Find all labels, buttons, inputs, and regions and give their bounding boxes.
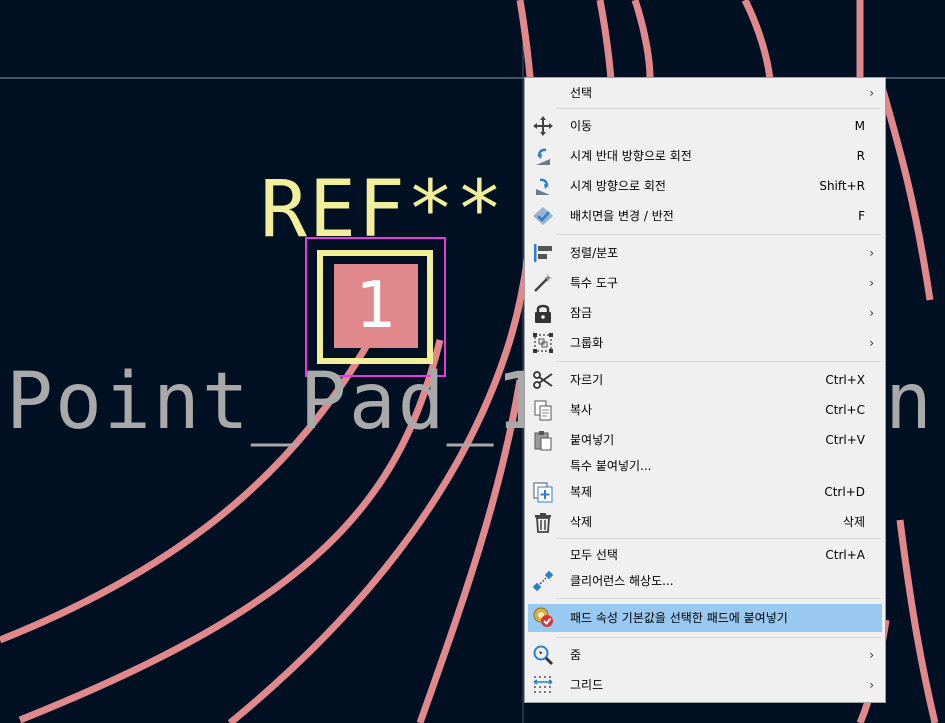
context-menu: 선택 › 이동 M 시계 반대 방향으로 회전 R 시계 방향으로 회전 Shi…: [524, 77, 886, 703]
menu-item-delete[interactable]: 삭제 삭제: [528, 509, 882, 535]
rotate-cw-icon: [536, 178, 550, 195]
menu-item-move[interactable]: 이동 M: [528, 113, 882, 139]
trash-icon: [535, 513, 551, 533]
value-text-tail: n: [885, 357, 932, 447]
menu-separator: [556, 361, 881, 362]
copy-icon: [534, 400, 552, 421]
menu-item-align-distribute[interactable]: 정렬/분포 ›: [528, 240, 882, 266]
menu-item-paste[interactable]: 붙여넣기 Ctrl+V: [528, 427, 882, 453]
chevron-right-icon: ›: [869, 678, 874, 692]
value-field-text[interactable]: Point_Pad_1.: [6, 360, 594, 444]
menu-item-flip[interactable]: 배치면을 변경 / 반전 F: [528, 203, 882, 229]
zoom-icon: [533, 645, 554, 666]
menu-separator: [556, 598, 881, 599]
menu-item-select-all[interactable]: 모두 선택 Ctrl+A: [528, 542, 882, 568]
chevron-right-icon: ›: [869, 246, 874, 260]
menu-item-duplicate[interactable]: 복제 Ctrl+D: [528, 479, 882, 505]
menu-item-rotate-cw[interactable]: 시계 방향으로 회전 Shift+R: [528, 173, 882, 199]
flip-icon: [533, 207, 553, 225]
menu-item-cut[interactable]: 자르기 Ctrl+X: [528, 367, 882, 393]
menu-item-group[interactable]: 그룹화 ›: [528, 330, 882, 356]
pad-paste-icon: [533, 607, 553, 627]
menu-item-paste-special[interactable]: 특수 붙여넣기...: [528, 453, 882, 479]
scissors-icon: [533, 371, 553, 389]
align-icon: [534, 244, 552, 262]
menu-item-grid[interactable]: 그리드 ›: [528, 672, 882, 698]
group-icon: [533, 333, 553, 353]
pad-number-label: 1: [355, 269, 397, 343]
menu-item-rotate-ccw[interactable]: 시계 반대 방향으로 회전 R: [528, 143, 882, 169]
chevron-right-icon: ›: [869, 276, 874, 290]
reference-designator[interactable]: REF**: [260, 168, 505, 252]
clearance-icon: [532, 570, 554, 592]
paste-icon: [534, 431, 552, 451]
lock-icon: [535, 304, 551, 323]
menu-item-paste-default-pad-properties[interactable]: 패드 속성 기본값을 선택한 패드에 붙여넣기: [528, 604, 882, 632]
chevron-right-icon: ›: [869, 336, 874, 350]
menu-separator: [556, 108, 881, 109]
menu-item-select[interactable]: 선택 ›: [528, 80, 882, 106]
menu-item-zoom[interactable]: 줌 ›: [528, 642, 882, 668]
menu-separator: [556, 637, 881, 638]
chevron-right-icon: ›: [869, 306, 874, 320]
chevron-right-icon: ›: [869, 648, 874, 662]
move-icon: [533, 116, 553, 136]
rotate-ccw-icon: [536, 148, 550, 165]
chevron-right-icon: ›: [869, 86, 874, 100]
menu-item-special-tools[interactable]: 특수 도구 ›: [528, 270, 882, 296]
menu-separator: [556, 234, 881, 235]
value-text-visible: Point_Pad_1.: [6, 357, 594, 447]
menu-item-copy[interactable]: 복사 Ctrl+C: [528, 397, 882, 423]
magic-wand-icon: [534, 274, 552, 292]
menu-item-clearance-resolution[interactable]: 클리어런스 해상도...: [528, 568, 882, 594]
grid-icon: [533, 676, 553, 693]
menu-item-lock[interactable]: 잠금 ›: [528, 300, 882, 326]
duplicate-icon: [533, 482, 553, 503]
menu-separator: [556, 538, 881, 539]
